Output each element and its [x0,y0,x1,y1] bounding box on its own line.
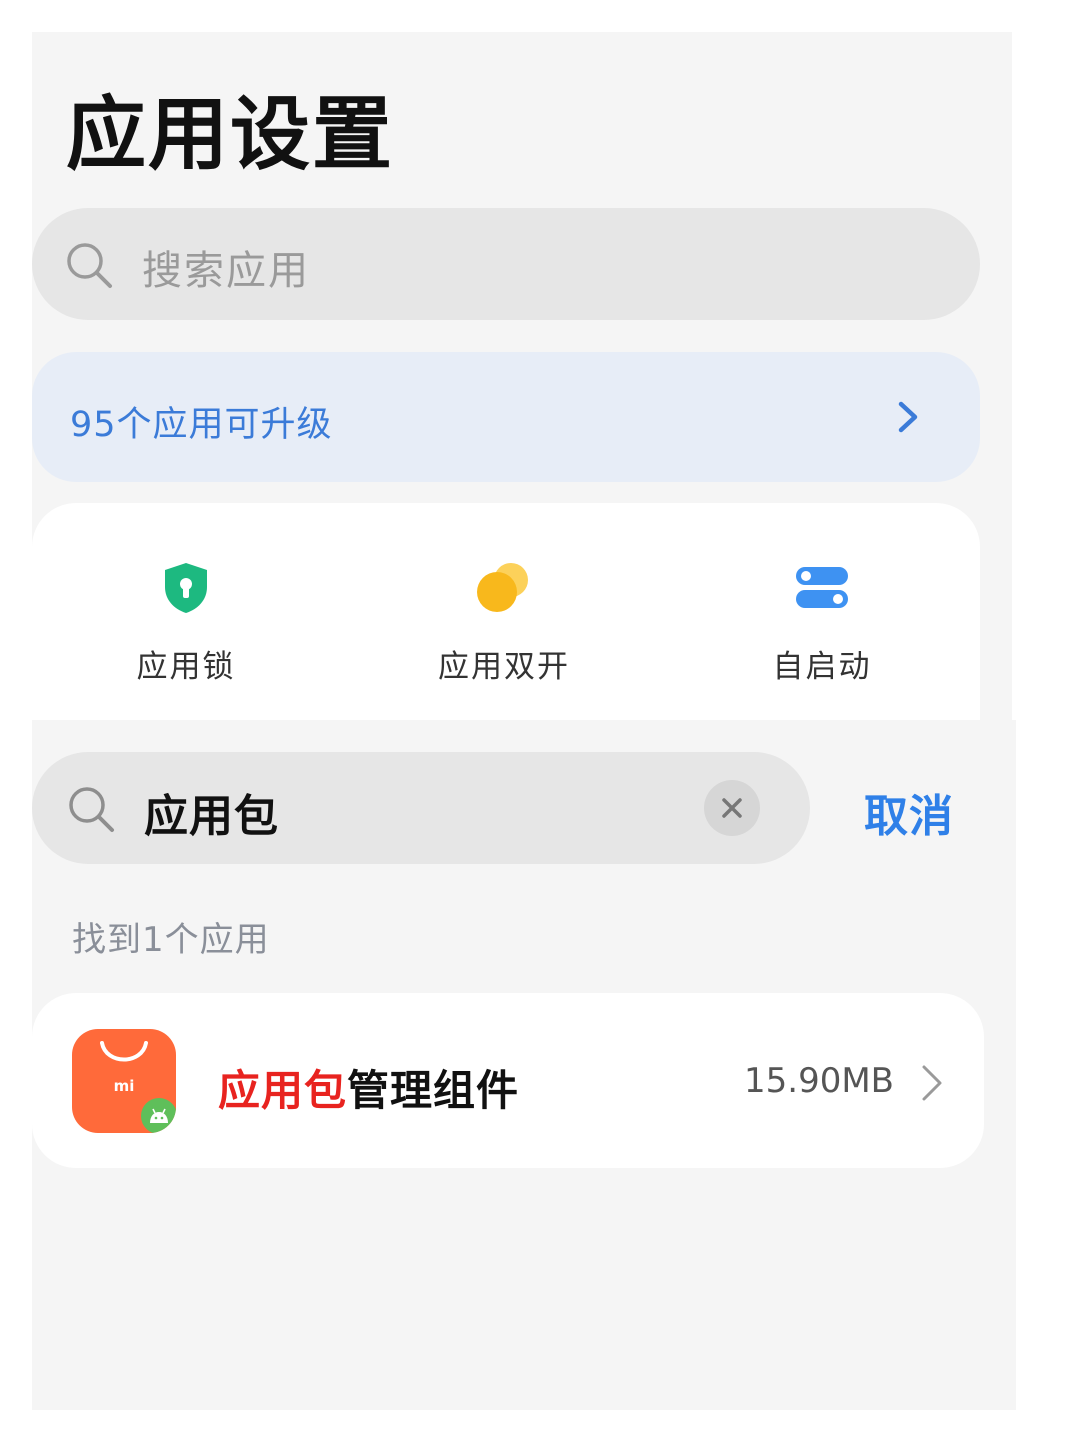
page-title: 应用设置 [66,88,394,181]
dual-circles-icon [384,559,624,617]
app-name-rest: 管理组件 [347,1066,520,1115]
mi-app-store-icon: mi [72,1029,176,1133]
app-size: 15.90MB [744,1061,894,1101]
app-name: 应用包管理组件 [218,1057,519,1118]
shortcut-panel: 应用锁 应用双开 自启动 [32,503,980,720]
app-lock-shortcut[interactable]: 应用锁 [66,559,306,686]
search-icon [66,784,116,838]
toggle-switches-icon [702,559,942,617]
dual-apps-shortcut[interactable]: 应用双开 [384,559,624,686]
autostart-shortcut[interactable]: 自启动 [702,559,942,686]
clear-search-button[interactable] [704,780,760,836]
search-query: 应用包 [144,791,279,842]
result-count: 找到1个应用 [72,920,270,960]
app-icon-text: mi [113,1077,135,1095]
dual-apps-label: 应用双开 [438,649,570,685]
chevron-right-icon [896,400,920,438]
chevron-right-icon [920,1063,944,1107]
android-icon [138,1095,176,1133]
search-input[interactable]: 应用包 [32,752,810,864]
shield-lock-icon [66,559,306,617]
result-list-item[interactable]: mi 应用包管理组件 15.90MB [32,993,984,1168]
upgrade-label: 95个应用可升级 [70,405,333,445]
upgrade-banner[interactable]: 95个应用可升级 [32,352,980,482]
app-lock-label: 应用锁 [136,649,236,685]
search-icon [64,240,114,294]
search-bar[interactable]: 搜索应用 [32,208,980,320]
search-placeholder: 搜索应用 [142,248,310,294]
autostart-label: 自启动 [772,649,872,685]
close-icon [722,798,742,818]
app-name-match: 应用包 [218,1066,348,1115]
cancel-button[interactable]: 取消 [864,780,954,844]
